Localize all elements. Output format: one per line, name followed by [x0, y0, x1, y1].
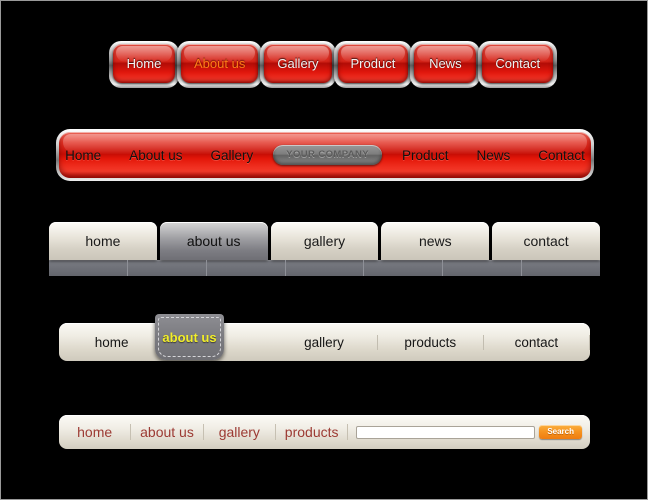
button-face: Home	[113, 44, 175, 83]
nav-item-about-us[interactable]: About us	[115, 148, 196, 163]
nav-item-about-us[interactable]: about us	[131, 424, 204, 440]
tab-strip: home about us gallery news contact	[49, 222, 600, 260]
nav-item-about-us-active[interactable]: about us	[155, 314, 224, 360]
search-input[interactable]	[356, 425, 536, 439]
button-face: Contact	[482, 44, 554, 83]
nav-bar-glossy-red-pill: Home About us Gallery YOUR COMPANY Produ…	[56, 129, 594, 181]
nav-item-contact[interactable]: Contact	[478, 41, 558, 88]
nav-item-label: About us	[194, 56, 246, 71]
strip-segment	[443, 260, 523, 276]
strip-segment	[364, 260, 444, 276]
search-button[interactable]: Search	[539, 425, 582, 439]
nav-item-label: Home	[126, 56, 162, 71]
nav-item-gallery[interactable]: gallery	[204, 424, 276, 440]
nav-item-label: Product	[350, 56, 396, 71]
tab-gallery[interactable]: gallery	[270, 222, 379, 260]
search-cell: Search	[348, 425, 590, 439]
nav-item-product[interactable]: Product	[388, 148, 463, 163]
button-face: About us	[181, 44, 259, 83]
gray-sub-strip	[49, 260, 600, 276]
nav-item-label: News	[429, 56, 462, 71]
strip-segment	[49, 260, 128, 276]
nav-item-home[interactable]: home	[59, 424, 132, 440]
nav-item-label: Contact	[495, 56, 541, 71]
tab-news[interactable]: news	[381, 222, 490, 260]
button-face: Gallery	[264, 44, 332, 83]
nav-item-products[interactable]: products	[276, 424, 349, 440]
tab-about-us[interactable]: about us	[159, 222, 268, 260]
nav-item-news[interactable]: News	[410, 41, 481, 88]
button-face: Product	[337, 44, 409, 83]
nav-item-contact[interactable]: Contact	[524, 148, 591, 163]
nav-item-about-us[interactable]: About us	[177, 41, 263, 88]
nav-item-gallery[interactable]: Gallery	[260, 41, 336, 88]
nav-bar-cream-with-search: home about us gallery products Search	[59, 415, 590, 449]
nav-item-contact[interactable]: contact	[484, 334, 591, 350]
company-badge[interactable]: YOUR COMPANY	[273, 145, 382, 165]
nav-bar-cream-with-drop-tab: home gallery products contact about us	[59, 314, 591, 361]
strip-segment	[286, 260, 365, 276]
tab-contact[interactable]: contact	[492, 222, 600, 260]
nav-bar-inner: Home About us Gallery YOUR COMPANY Produ…	[59, 132, 591, 178]
nav-item-home[interactable]: home	[59, 334, 166, 350]
nav-item-products[interactable]: products	[378, 334, 484, 350]
nav-bar-chrome-red-buttons: Home About us Gallery Product News Conta	[109, 41, 558, 88]
button-face: News	[414, 44, 477, 83]
nav-item-label: about us	[162, 329, 217, 345]
nav-item-product[interactable]: Product	[333, 41, 413, 88]
nav-bar-showcase-canvas: Home About us Gallery Product News Conta	[0, 0, 648, 500]
tab-home[interactable]: home	[49, 222, 157, 260]
strip-segment	[128, 260, 207, 276]
strip-segment	[207, 260, 286, 276]
nav-item-label: Gallery	[277, 56, 319, 71]
nav-item-home[interactable]: Home	[59, 148, 115, 163]
nav-item-news[interactable]: News	[463, 148, 525, 163]
nav-item-gallery[interactable]: gallery	[271, 334, 378, 350]
nav-bar-cream-tabs: home about us gallery news contact	[49, 222, 600, 276]
strip-segment	[522, 260, 600, 276]
nav-item-home[interactable]: Home	[109, 41, 179, 88]
nav-item-gallery[interactable]: Gallery	[196, 148, 267, 163]
